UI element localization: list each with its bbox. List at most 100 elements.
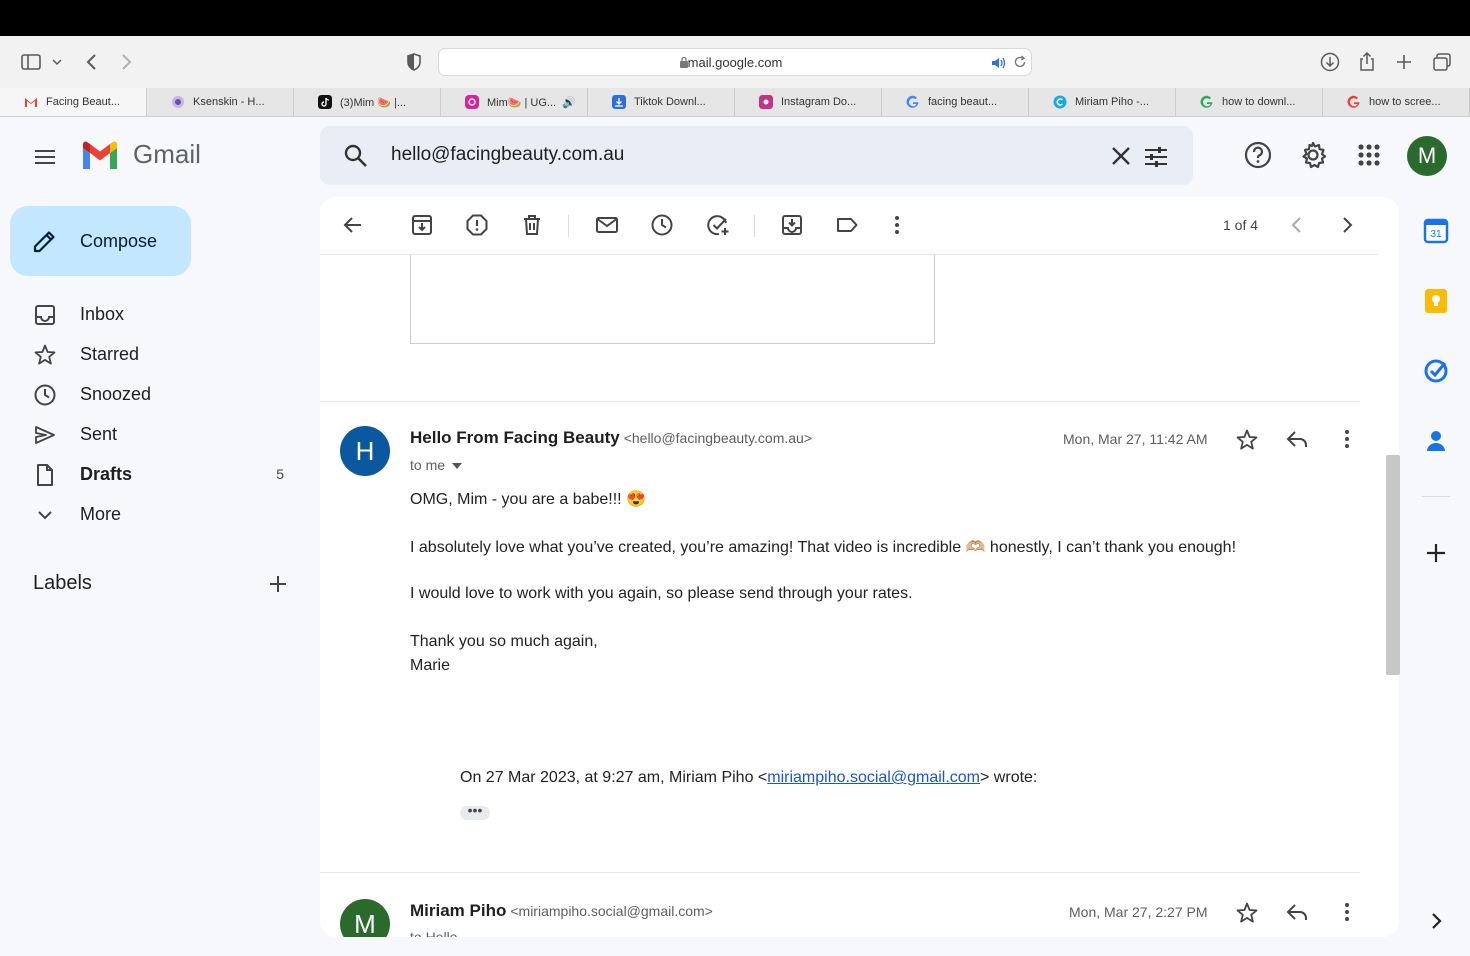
move-to-icon[interactable] xyxy=(780,213,804,237)
toolbar-divider xyxy=(754,215,755,237)
sender-name[interactable]: Hello From Facing Beauty <hello@facingbea… xyxy=(410,428,812,448)
sidepanel-divider xyxy=(1422,496,1450,497)
message-toolbar: 1 of 4 xyxy=(320,197,1378,255)
calendar-icon[interactable]: 31 xyxy=(1423,218,1449,244)
tab-overview-icon[interactable] xyxy=(1430,50,1454,74)
contacts-icon[interactable] xyxy=(1423,428,1449,454)
reload-icon[interactable] xyxy=(1013,55,1027,69)
message-divider xyxy=(320,401,1360,402)
back-icon[interactable] xyxy=(80,50,104,74)
sidebar-item-drafts[interactable]: Drafts 5 xyxy=(20,457,300,493)
sidebar-item-more[interactable]: More xyxy=(20,497,300,533)
clock-icon xyxy=(34,384,56,406)
delete-icon[interactable] xyxy=(520,213,544,237)
search-options-icon[interactable] xyxy=(1142,143,1170,171)
recipient-toggle[interactable]: to me xyxy=(410,457,463,473)
reply-icon[interactable] xyxy=(1285,900,1309,924)
more-vert-icon[interactable] xyxy=(885,213,909,237)
downloads-icon[interactable] xyxy=(1318,50,1342,74)
chevron-down-icon[interactable] xyxy=(50,50,64,74)
show-trimmed-content-button[interactable]: ••• xyxy=(460,803,490,820)
recipient-text[interactable]: to Hello xyxy=(410,929,457,937)
browser-tab[interactable]: Ksenskin - H... xyxy=(147,88,294,116)
expand-panel-chevron-icon[interactable] xyxy=(1423,908,1449,934)
sender-name[interactable]: Miriam Piho <miriampiho.social@gmail.com> xyxy=(410,901,713,921)
browser-tab[interactable]: Facing Beaut... xyxy=(0,88,147,116)
inbox-icon xyxy=(35,305,55,325)
forward-icon[interactable] xyxy=(114,50,138,74)
tab-label: Facing Beaut... xyxy=(46,96,120,108)
browser-tab[interactable]: Mim🍉 | UG... 🔊 xyxy=(441,88,588,116)
apps-grid-icon[interactable] xyxy=(1354,140,1384,170)
report-spam-icon[interactable] xyxy=(465,213,489,237)
tab-audio-icon[interactable]: 🔊 xyxy=(562,96,576,109)
add-task-icon[interactable] xyxy=(706,213,730,237)
star-icon[interactable] xyxy=(1235,428,1259,452)
browser-tab[interactable]: Tiktok Downl... xyxy=(588,88,735,116)
address-bar[interactable]: mail.google.com xyxy=(438,48,1032,76)
mark-unread-icon[interactable] xyxy=(595,213,619,237)
sidebar-item-snoozed[interactable]: Snoozed xyxy=(20,377,300,413)
scrollbar-thumb[interactable] xyxy=(1386,455,1400,675)
share-icon[interactable] xyxy=(1355,50,1379,74)
search-input[interactable]: hello@facingbeauty.com.au xyxy=(391,144,624,166)
more-vert-icon[interactable] xyxy=(1335,900,1359,924)
sidebar-item-sent[interactable]: Sent xyxy=(20,417,300,453)
account-avatar[interactable]: M xyxy=(1407,136,1447,176)
back-arrow-icon[interactable] xyxy=(341,213,365,237)
browser-toolbar: mail.google.com xyxy=(0,36,1470,88)
add-addon-icon[interactable] xyxy=(1423,540,1449,566)
browser-tab[interactable]: how to downl... xyxy=(1176,88,1323,116)
sidebar-item-inbox[interactable]: Inbox xyxy=(20,297,300,333)
older-chevron-icon[interactable] xyxy=(1335,213,1359,237)
search-icon[interactable] xyxy=(342,142,370,170)
sidebar-item-label: Drafts xyxy=(80,464,133,484)
browser-tab[interactable]: Instagram Do... xyxy=(735,88,882,116)
more-vert-icon[interactable] xyxy=(1335,427,1359,451)
quote-prefix: On 27 Mar 2023, at 9:27 am, Miriam Piho … xyxy=(460,769,768,786)
browser-tab[interactable]: (3)Mim 🍉 |... xyxy=(294,88,441,116)
quote-email-link[interactable]: miriampiho.social@gmail.com xyxy=(767,769,980,786)
recipient-text: to me xyxy=(410,457,446,473)
body-line: Marie xyxy=(410,657,451,674)
compose-button[interactable]: Compose xyxy=(10,206,191,276)
tasks-icon[interactable] xyxy=(1423,358,1449,384)
new-tab-icon[interactable] xyxy=(1392,50,1416,74)
reply-icon[interactable] xyxy=(1285,427,1309,451)
tab-label: facing beaut... xyxy=(928,96,998,108)
sidebar-item-label: Inbox xyxy=(80,304,125,324)
browser-tab[interactable]: facing beaut... xyxy=(882,88,1029,116)
help-icon[interactable] xyxy=(1243,140,1273,170)
browser-tab[interactable]: Miriam Piho -... xyxy=(1029,88,1176,116)
add-label-icon[interactable] xyxy=(266,572,290,596)
browser-tab[interactable]: how to scree... xyxy=(1323,88,1470,116)
search-bar[interactable]: hello@facingbeauty.com.au xyxy=(320,126,1193,185)
privacy-shield-icon[interactable] xyxy=(402,50,426,74)
caret-down-icon[interactable] xyxy=(451,461,463,471)
keep-icon[interactable] xyxy=(1423,288,1449,314)
sidebar-item-starred[interactable]: Starred xyxy=(20,337,300,373)
quote-suffix: > wrote: xyxy=(980,769,1038,786)
draft-icon xyxy=(37,464,53,486)
gmail-favicon-icon xyxy=(25,98,37,107)
chevron-down-icon xyxy=(38,511,52,520)
label-icon[interactable] xyxy=(835,213,859,237)
clear-search-icon[interactable] xyxy=(1108,143,1134,169)
sender-name-text: Miriam Piho xyxy=(410,901,507,920)
settings-gear-icon[interactable] xyxy=(1298,140,1328,170)
sender-avatar[interactable]: M xyxy=(340,899,390,937)
conversation-scroll[interactable]: H Hello From Facing Beauty <hello@facingb… xyxy=(320,255,1378,937)
sender-avatar[interactable]: H xyxy=(340,426,390,476)
body-line: Thank you so much again, xyxy=(410,633,598,650)
archive-icon[interactable] xyxy=(410,213,434,237)
speaker-icon[interactable] xyxy=(991,56,1007,70)
newer-chevron-icon[interactable] xyxy=(1285,213,1309,237)
main-menu-icon[interactable] xyxy=(33,145,57,169)
body-line: I absolutely love what you’ve created, y… xyxy=(410,539,1237,556)
download-favicon-icon xyxy=(612,95,626,109)
star-icon[interactable] xyxy=(1235,901,1259,925)
sidebar-toggle-icon[interactable] xyxy=(20,50,44,74)
gmail-logo-icon[interactable] xyxy=(80,140,120,170)
google-icon xyxy=(906,95,919,108)
snooze-clock-icon[interactable] xyxy=(650,213,674,237)
